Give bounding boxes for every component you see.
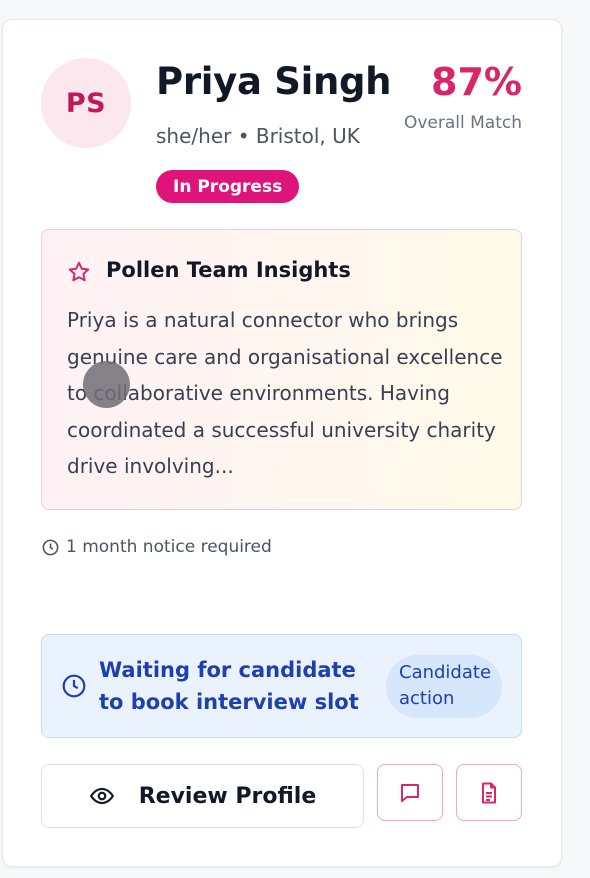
candidate-action-badge: Candidate action [386,655,502,718]
cursor-indicator [83,361,130,408]
avatar: PS [41,58,131,148]
clock-icon [62,674,86,698]
candidate-meta: she/her • Bristol, UK [156,124,360,148]
avatar-initials: PS [65,87,107,119]
match-percent: 87% [431,60,522,104]
message-button[interactable] [377,764,443,821]
notice-text: 1 month notice required [66,537,272,557]
review-profile-label: Review Profile [138,783,317,809]
eye-icon [89,787,114,805]
insights-text: Priya is a natural connector who brings … [67,308,503,478]
waiting-text: Waiting for candidate to book interview … [99,658,359,714]
review-profile-button[interactable]: Review Profile [41,764,364,828]
candidate-name: Priya Singh [156,60,392,103]
status-badge: In Progress [156,170,300,203]
insights-title: Pollen Team Insights [106,258,351,282]
notice-row: 1 month notice required [41,537,272,557]
clock-icon [42,539,59,555]
document-icon [482,782,496,803]
message-icon [401,783,419,802]
star-icon [68,261,90,282]
match-label: Overall Match [403,113,522,133]
document-button[interactable] [456,764,522,821]
